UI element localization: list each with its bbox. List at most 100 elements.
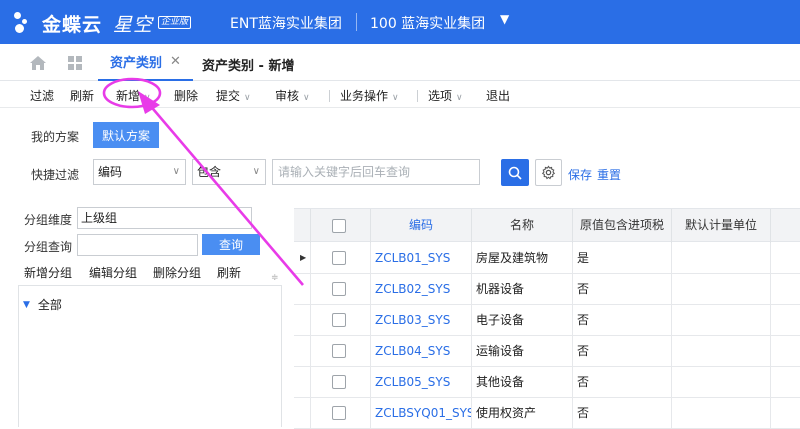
cell-name: 电子设备: [471, 305, 572, 336]
table-row[interactable]: ZCLBSYQ01_SYS 使用权资产否: [294, 398, 800, 429]
table-row[interactable]: ZCLB01_SYS 房屋及建筑物是: [294, 243, 800, 274]
reset-link[interactable]: 重置: [597, 166, 621, 183]
book-selector[interactable]: 100 蓝海实业集团: [370, 13, 485, 33]
toolbar: 过滤 刷新 新增 ∨ 删除 提交 ∨ 审核 ∨ 业务操作 ∨ 选项 ∨ 退出: [0, 82, 800, 108]
row-checkbox[interactable]: [332, 282, 346, 296]
column-header-tax[interactable]: 原值包含进项税: [572, 209, 671, 243]
header-select-all[interactable]: [310, 209, 370, 243]
chevron-down-icon: ∨: [456, 93, 463, 103]
refresh-button[interactable]: 刷新: [70, 87, 94, 104]
cell-name: 其他设备: [471, 367, 572, 398]
table-row[interactable]: ZCLB04_SYS 运输设备否: [294, 336, 800, 367]
select-all-checkbox[interactable]: [332, 219, 346, 233]
cell-extra: [770, 243, 800, 274]
cell-tax-included: 否: [572, 336, 671, 367]
keyword-search-input[interactable]: 请输入关键字后回车查询: [272, 159, 480, 185]
filter-button[interactable]: 过滤: [30, 87, 54, 104]
cell-name: 使用权资产: [471, 398, 572, 429]
tree-item-all[interactable]: ▼ 全部: [23, 296, 62, 313]
filter-operator-value: 包含: [197, 165, 222, 179]
cell-extra: [770, 274, 800, 305]
refresh-group-button[interactable]: 刷新: [217, 264, 241, 281]
cell-code[interactable]: ZCLB01_SYS: [370, 243, 471, 274]
cell-code[interactable]: ZCLB05_SYS: [370, 367, 471, 398]
table-row[interactable]: ZCLB05_SYS 其他设备否: [294, 367, 800, 398]
submit-button[interactable]: 提交 ∨: [216, 87, 251, 104]
tab-asset-category-new[interactable]: 资产类别 - 新增: [202, 55, 294, 74]
expand-triangle-icon[interactable]: ▼: [23, 300, 30, 310]
table-row[interactable]: ZCLB02_SYS 机器设备否: [294, 274, 800, 305]
row-checkbox[interactable]: [332, 251, 346, 265]
annotation-arrow-line: [147, 102, 304, 286]
chevron-down-icon: ∨: [244, 93, 251, 103]
gear-icon: [541, 165, 556, 180]
audit-button[interactable]: 审核 ∨: [275, 87, 310, 104]
toolbar-divider: [417, 90, 418, 102]
table-row[interactable]: ZCLB03_SYS 电子设备否: [294, 305, 800, 336]
business-ops-label: 业务操作: [340, 89, 389, 103]
cell-name: 房屋及建筑物: [471, 243, 572, 274]
close-tab-icon[interactable]: ✕: [170, 54, 181, 69]
options-button[interactable]: 选项 ∨: [428, 87, 463, 104]
cell-extra: [770, 336, 800, 367]
apps-grid-icon[interactable]: [68, 56, 82, 70]
column-header-name[interactable]: 名称: [471, 209, 572, 243]
delete-group-button[interactable]: 删除分组: [153, 264, 201, 281]
row-select-cell[interactable]: [310, 243, 370, 274]
panel-resize-icon[interactable]: ≑: [271, 273, 279, 283]
group-query-button[interactable]: 查询: [202, 234, 260, 255]
default-scheme-button[interactable]: 默认方案: [93, 122, 159, 148]
filter-operator-select[interactable]: 包含 ∨: [192, 159, 266, 185]
home-icon[interactable]: [30, 56, 46, 70]
column-header-code[interactable]: 编码: [370, 209, 471, 243]
business-ops-button[interactable]: 业务操作 ∨: [340, 87, 399, 104]
exit-button[interactable]: 退出: [486, 87, 510, 104]
chevron-down-icon: ∨: [144, 93, 151, 103]
tree-item-all-label: 全部: [37, 298, 62, 312]
search-icon: [508, 166, 522, 180]
edit-group-button[interactable]: 编辑分组: [89, 264, 137, 281]
group-query-label: 分组查询: [24, 240, 73, 254]
book-dropdown-icon[interactable]: ▼: [500, 12, 509, 26]
audit-button-label: 审核: [275, 89, 300, 103]
filter-settings-button[interactable]: [535, 159, 562, 186]
cell-code[interactable]: ZCLB04_SYS: [370, 336, 471, 367]
group-dimension-select[interactable]: 上级组: [77, 207, 252, 229]
row-checkbox[interactable]: [332, 344, 346, 358]
tab-asset-category[interactable]: 资产类别 ✕: [98, 44, 193, 81]
new-group-button[interactable]: 新增分组: [24, 264, 72, 281]
brand-logo: 金蝶云 星空 企业版: [12, 6, 202, 38]
cell-code[interactable]: ZCLB03_SYS: [370, 305, 471, 336]
add-button[interactable]: 新增 ∨: [116, 87, 151, 104]
column-header-unit[interactable]: 默认计量单位: [671, 209, 770, 243]
row-checkbox[interactable]: [332, 313, 346, 327]
asset-category-grid: 编码 名称 原值包含进项税 默认计量单位 ZCLB01_SYS 房屋及建筑物是 ZC…: [294, 208, 800, 429]
cell-name: 机器设备: [471, 274, 572, 305]
cell-code[interactable]: ZCLBSYQ01_SYS: [370, 398, 471, 429]
submit-button-label: 提交: [216, 89, 241, 103]
delete-button[interactable]: 删除: [174, 87, 198, 104]
row-select-cell[interactable]: [310, 398, 370, 429]
cell-code[interactable]: ZCLB02_SYS: [370, 274, 471, 305]
group-query-input[interactable]: [77, 234, 198, 256]
cell-tax-included: 否: [572, 398, 671, 429]
filter-field-select[interactable]: 编码 ∨: [93, 159, 186, 185]
row-select-cell[interactable]: [310, 274, 370, 305]
brand-sub: 星空: [113, 14, 154, 36]
brand-main: 金蝶云: [42, 14, 103, 36]
row-select-cell[interactable]: [310, 336, 370, 367]
row-select-cell[interactable]: [310, 305, 370, 336]
quick-filter-label: 快捷过滤: [31, 168, 80, 182]
chevron-down-icon: ∨: [172, 166, 180, 177]
row-select-cell[interactable]: [310, 367, 370, 398]
org-selector[interactable]: ENT蓝海实业集团: [230, 13, 342, 33]
row-checkbox[interactable]: [332, 375, 346, 389]
top-header: 金蝶云 星空 企业版 ENT蓝海实业集团 100 蓝海实业集团 ▼: [0, 0, 800, 44]
save-scheme-link[interactable]: 保存: [568, 166, 592, 183]
search-button[interactable]: [501, 159, 529, 186]
chevron-down-icon: ∨: [392, 93, 399, 103]
add-button-label: 新增: [116, 89, 141, 103]
chevron-down-icon: ∨: [252, 166, 260, 177]
row-checkbox[interactable]: [332, 406, 346, 420]
options-label: 选项: [428, 89, 453, 103]
